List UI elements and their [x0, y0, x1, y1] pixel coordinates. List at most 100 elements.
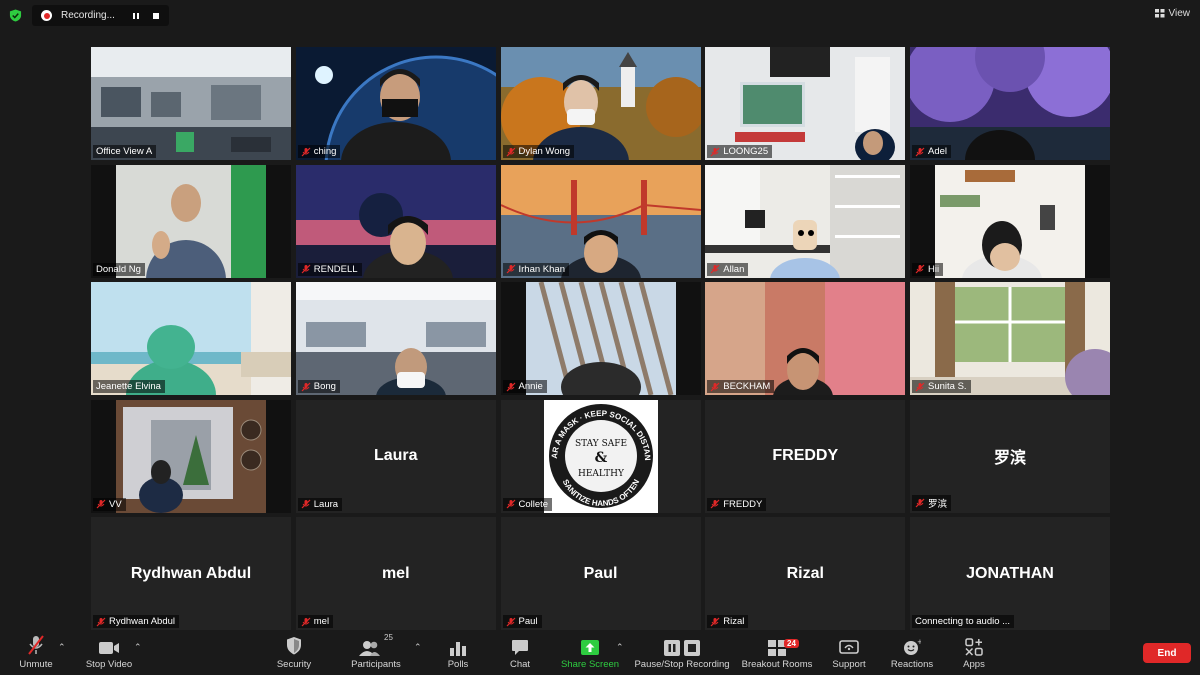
muted-mic-icon — [915, 498, 925, 507]
video-tile-adel[interactable]: Adel — [910, 47, 1110, 160]
participant-nameplate: ching — [297, 145, 341, 158]
participant-nameplate: FREDDY — [707, 497, 767, 511]
video-tile-sunita[interactable]: Sunita S. — [910, 282, 1110, 395]
participant-name: Irhan Khan — [518, 263, 565, 275]
participant-nameplate: Bong — [297, 380, 340, 393]
video-tile-irhan-khan[interactable]: Irhan Khan — [500, 164, 701, 278]
office-camera-feed — [91, 47, 291, 160]
chat-bubble-icon — [512, 640, 528, 655]
video-tile-collete[interactable]: WEAR A MASK · KEEP SOCIAL DISTANCE SANIT… — [500, 399, 701, 513]
participant-name: mel — [313, 616, 330, 627]
recording-label: Recording... — [61, 10, 115, 21]
video-gallery: Office View A ching Dylan Wong LOONG25 A… — [91, 47, 1110, 630]
participants-button[interactable]: 25 Participants — [346, 630, 406, 675]
stop-recording-button[interactable] — [149, 9, 163, 23]
chat-label: Chat — [509, 659, 531, 670]
participant-video — [295, 47, 496, 160]
participant-name: 罗滨 — [928, 498, 948, 510]
participant-name: Donald Ng — [96, 263, 141, 275]
video-tile-dylan-wong[interactable]: Dylan Wong — [500, 47, 701, 160]
poster-ampersand: & — [594, 450, 607, 466]
poster-line-1: STAY SAFE — [574, 439, 626, 449]
security-button[interactable]: Security — [272, 630, 316, 675]
video-tile-donald-ng-active-speaker[interactable]: Donald Ng — [91, 164, 291, 278]
video-tile-mel[interactable]: mel mel — [295, 517, 496, 630]
unmute-button[interactable]: Unmute — [14, 630, 58, 675]
muted-mic-icon — [301, 264, 311, 274]
participants-count: 25 — [384, 633, 393, 642]
polls-button[interactable]: Polls — [438, 630, 478, 675]
muted-mic-icon — [301, 147, 311, 156]
apps-button[interactable]: Apps — [956, 630, 992, 675]
participant-name: Paul — [518, 616, 538, 627]
share-screen-label: Share Screen — [560, 659, 620, 670]
participant-name: ching — [313, 146, 337, 157]
video-tile-rizal[interactable]: Rizal Rizal — [705, 517, 906, 630]
participant-video — [910, 282, 1110, 395]
reactions-button[interactable]: + Reactions — [888, 630, 936, 675]
muted-mic-icon — [301, 382, 311, 391]
pause-stop-recording-button[interactable]: Pause/Stop Recording — [632, 630, 732, 675]
encryption-shield-icon[interactable] — [9, 9, 22, 22]
polls-bar-chart-icon — [450, 642, 466, 656]
muted-mic-icon — [710, 617, 720, 626]
breakout-rooms-button[interactable]: Breakout Rooms 24 — [740, 630, 814, 675]
support-button[interactable]: Support — [828, 630, 870, 675]
view-button[interactable]: View — [1154, 8, 1190, 19]
participant-display-name: 罗滨 — [993, 450, 1026, 467]
video-tile-jonathan[interactable]: JONATHAN Connecting to audio ... — [910, 517, 1110, 630]
video-tile-office-view-a[interactable]: Office View A — [91, 47, 291, 160]
video-tile-beckham[interactable]: BECKHAM — [705, 282, 906, 395]
participants-options-chevron-icon[interactable]: ⌃ — [414, 642, 422, 653]
share-options-chevron-icon[interactable]: ⌃ — [616, 642, 624, 653]
video-tile-freddy[interactable]: FREDDY FREDDY — [705, 399, 906, 513]
participant-nameplate: Jeanette Elvina — [93, 380, 165, 393]
pause-recording-button[interactable] — [129, 9, 143, 23]
audio-options-chevron-icon[interactable]: ⌃ — [58, 642, 66, 653]
video-camera-icon — [99, 642, 119, 654]
video-tile-ching[interactable]: ching — [295, 47, 496, 160]
support-screen-icon — [839, 640, 859, 654]
video-options-chevron-icon[interactable]: ⌃ — [134, 642, 142, 653]
recording-indicator: Recording... — [32, 5, 169, 26]
participant-nameplate: BECKHAM — [707, 380, 775, 393]
video-tile-rydhwan-abdul[interactable]: Rydhwan Abdul Rydhwan Abdul — [91, 517, 291, 630]
participant-video — [500, 47, 701, 160]
poster-line-2: HEALTHY — [578, 469, 625, 479]
muted-mic-icon — [915, 264, 925, 274]
participant-nameplate: LOONG25 — [707, 145, 773, 158]
apps-icon — [965, 638, 983, 656]
participant-nameplate: Laura — [297, 497, 343, 511]
breakout-rooms-count-badge: 24 — [784, 639, 799, 648]
video-tile-paul[interactable]: Paul Paul — [500, 517, 701, 630]
muted-mic-icon — [710, 382, 720, 391]
video-tile-annie[interactable]: Annie — [500, 282, 701, 395]
muted-mic-icon — [915, 382, 925, 391]
participant-display-name: Rizal — [786, 564, 824, 582]
stop-video-button[interactable]: Stop Video — [84, 630, 134, 675]
svg-text:WEAR A MASK · KEEP SOCIAL DIST: WEAR A MASK · KEEP SOCIAL DISTANCE — [501, 400, 652, 461]
participant-name: Jeanette Elvina — [96, 381, 161, 392]
video-tile-allan[interactable]: Allan — [705, 164, 906, 278]
video-tile-hii[interactable]: Hii — [910, 164, 1110, 278]
participant-nameplate: Connecting to audio ... — [912, 615, 1015, 628]
share-screen-arrow-icon — [581, 640, 599, 655]
participant-name: Rydhwan Abdul — [109, 616, 176, 627]
participant-video — [500, 164, 701, 278]
participant-nameplate: Paul — [502, 615, 542, 628]
muted-mic-icon — [710, 264, 720, 274]
participant-name: Laura — [313, 498, 339, 510]
video-tile-laura[interactable]: Laura Laura — [295, 399, 496, 513]
chat-button[interactable]: Chat — [500, 630, 540, 675]
video-tile-vv[interactable]: VV — [91, 399, 291, 513]
video-tile-rendell[interactable]: RENDELL — [295, 164, 496, 278]
participant-nameplate: RENDELL — [297, 262, 362, 276]
video-tile-luo-bin[interactable]: 罗滨 罗滨 — [910, 399, 1110, 513]
end-meeting-button[interactable]: End — [1143, 643, 1191, 663]
video-tile-jeanette-elvina[interactable]: Jeanette Elvina — [91, 282, 291, 395]
share-screen-button[interactable]: Share Screen — [558, 630, 622, 675]
participant-display-name: mel — [381, 564, 410, 582]
video-tile-loong25[interactable]: LOONG25 — [705, 47, 906, 160]
video-tile-bong[interactable]: Bong — [295, 282, 496, 395]
participant-nameplate: VV — [93, 497, 126, 511]
